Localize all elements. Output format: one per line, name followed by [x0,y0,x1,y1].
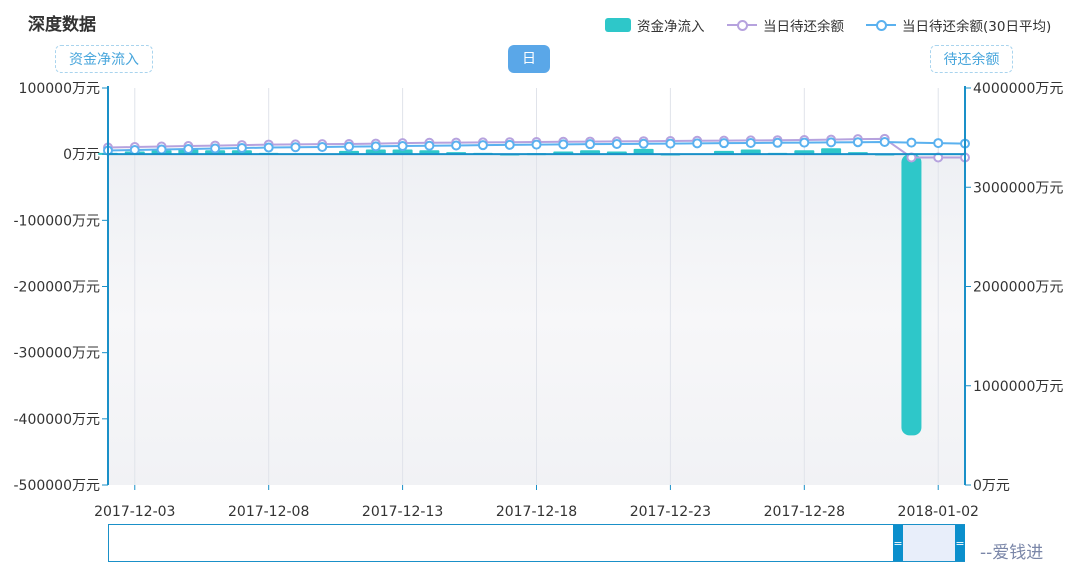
left-axis-tick-label: 100000万元 [19,81,100,97]
point-avg-balance [665,138,676,149]
point-avg-balance [585,139,596,150]
point-avg-balance [692,138,703,149]
zoom-slider[interactable]: = = [108,524,965,562]
zoom-handle-right[interactable]: = [955,525,965,561]
point-avg-balance [156,144,167,155]
x-axis-tick-label: 2017-12-23 [630,504,711,520]
point-avg-balance [344,141,355,152]
point-avg-balance [290,142,301,153]
left-axis-tick-label: -400000万元 [14,412,101,428]
x-axis-tick-label: 2017-12-18 [496,504,577,520]
point-avg-balance [826,137,837,148]
point-avg-balance [397,141,408,152]
point-avg-balance [236,143,247,154]
right-axis-tick-label: 2000000万元 [973,280,1063,296]
point-avg-balance [933,138,944,149]
point-avg-balance [745,137,756,148]
left-axis-tick-label: -200000万元 [14,280,101,296]
point-avg-balance [183,144,194,155]
x-axis-tick-label: 2017-12-08 [228,504,309,520]
point-avg-balance [638,138,649,149]
point-avg-balance [129,145,140,156]
left-axis-tick-label: 0万元 [63,147,100,163]
point-avg-balance [477,140,488,151]
x-axis-tick-label: 2017-12-28 [764,504,845,520]
zoom-handle-left[interactable]: = [893,525,903,561]
right-axis-tick-label: 4000000万元 [973,81,1063,97]
point-avg-balance [210,143,221,154]
x-axis-tick-label: 2018-01-02 [898,504,979,520]
watermark: --爱钱进 [980,543,1044,563]
left-axis-tick-label: -300000万元 [14,346,101,362]
point-avg-balance [558,139,569,150]
left-axis-tick-label: -500000万元 [14,478,101,494]
point-avg-balance [451,140,462,151]
point-avg-balance [424,140,435,151]
point-avg-balance [879,136,890,147]
right-axis-tick-label: 1000000万元 [973,379,1063,395]
x-axis-tick-label: 2017-12-03 [94,504,175,520]
point-avg-balance [611,138,622,149]
point-avg-balance [852,137,863,148]
point-avg-balance [317,141,328,152]
left-axis-tick-label: -100000万元 [14,213,101,229]
point-avg-balance [906,137,917,148]
point-avg-balance [370,141,381,152]
point-avg-balance [531,139,542,150]
x-axis-tick-label: 2017-12-13 [362,504,443,520]
point-avg-balance [799,137,810,148]
point-avg-balance [718,138,729,149]
right-axis-tick-label: 0万元 [973,478,1010,494]
point-avg-balance [772,137,783,148]
point-avg-balance [504,139,515,150]
chart-canvas: 100000万元 0万元 -100000万元 -200000万元 -300000万元 -4… [14,81,1064,520]
point-avg-balance [263,142,274,153]
right-axis-tick-label: 3000000万元 [973,180,1063,196]
bar [901,154,922,436]
